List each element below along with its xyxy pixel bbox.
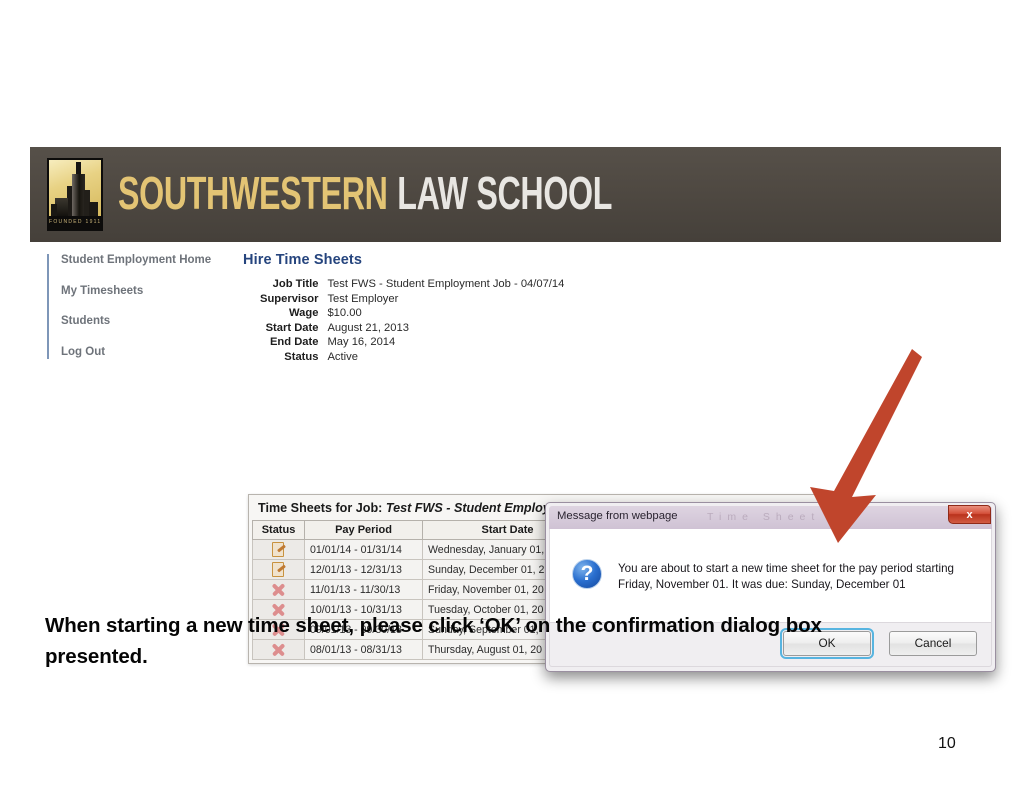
column-header-pay-period[interactable]: Pay Period bbox=[304, 520, 423, 540]
row-status-cell[interactable] bbox=[252, 559, 305, 580]
job-detail-row: Wage $10.00 bbox=[260, 307, 564, 322]
job-detail-value: $10.00 bbox=[327, 307, 362, 320]
job-details-table: Job Title Test FWS - Student Employment … bbox=[260, 278, 564, 366]
browser-screenshot-panel: FOUNDED 1911 SOUTHWESTERN LAW SCHOOL Stud… bbox=[30, 147, 1001, 672]
main-content: Hire Time Sheets Job Title Test FWS - St… bbox=[243, 252, 988, 366]
logo-building-illustration bbox=[49, 160, 101, 216]
row-pay-period: 12/01/13 - 12/31/13 bbox=[304, 559, 423, 580]
question-mark-icon: ? bbox=[572, 559, 602, 589]
job-detail-label: Status bbox=[284, 350, 319, 363]
page-title: Hire Time Sheets bbox=[243, 252, 362, 268]
job-detail-label: End Date bbox=[269, 336, 319, 349]
sidebar-nav: Student Employment Home My Timesheets St… bbox=[47, 254, 227, 359]
row-pay-period: 01/01/14 - 01/31/14 bbox=[304, 539, 423, 560]
sidebar-item-log-out[interactable]: Log Out bbox=[61, 346, 227, 359]
logo-founded-text: FOUNDED 1911 bbox=[49, 216, 101, 229]
sidebar-item-student-employment-home[interactable]: Student Employment Home bbox=[61, 254, 227, 285]
timesheets-caption-prefix: Time Sheets for Job: bbox=[258, 501, 386, 515]
sidebar-item-students[interactable]: Students bbox=[61, 315, 227, 346]
job-detail-row: Status Active bbox=[260, 351, 564, 366]
site-banner: FOUNDED 1911 SOUTHWESTERN LAW SCHOOL bbox=[30, 147, 1001, 242]
column-header-status[interactable]: Status bbox=[252, 520, 305, 540]
site-body: Student Employment Home My Timesheets St… bbox=[30, 242, 1001, 672]
site-wordmark: SOUTHWESTERN LAW SCHOOL bbox=[118, 164, 612, 222]
job-detail-label: Start Date bbox=[265, 321, 319, 334]
dialog-message-text: You are about to start a new time sheet … bbox=[618, 562, 954, 591]
dialog-titlebar[interactable]: Message from webpage Time Sheet x bbox=[549, 505, 992, 529]
edit-document-icon[interactable] bbox=[270, 541, 287, 558]
job-detail-label: Job Title bbox=[272, 278, 319, 290]
job-detail-row: Supervisor Test Employer bbox=[260, 293, 564, 308]
job-detail-label: Supervisor bbox=[260, 292, 319, 305]
red-x-icon[interactable] bbox=[270, 581, 287, 598]
wordmark-southwestern: SOUTHWESTERN bbox=[118, 167, 388, 219]
job-detail-value: August 21, 2013 bbox=[327, 321, 409, 334]
close-icon[interactable]: x bbox=[948, 505, 991, 524]
job-detail-label: Wage bbox=[289, 307, 319, 320]
slide-caption: When starting a new time sheet, please c… bbox=[45, 614, 822, 668]
job-detail-value: May 16, 2014 bbox=[327, 336, 396, 349]
row-status-cell[interactable] bbox=[252, 539, 305, 560]
job-detail-row: Start Date August 21, 2013 bbox=[260, 322, 564, 337]
page-number: 10 bbox=[938, 735, 956, 752]
edit-document-icon[interactable] bbox=[270, 561, 287, 578]
job-detail-value: Test Employer bbox=[327, 292, 399, 305]
row-pay-period: 11/01/13 - 11/30/13 bbox=[304, 579, 423, 600]
southwestern-logo-icon: FOUNDED 1911 bbox=[47, 158, 103, 231]
job-detail-value: Test FWS - Student Employment Job - 04/0… bbox=[327, 278, 565, 290]
sidebar-item-my-timesheets[interactable]: My Timesheets bbox=[61, 285, 227, 316]
job-detail-row: End Date May 16, 2014 bbox=[260, 336, 564, 351]
dialog-title: Message from webpage bbox=[557, 510, 678, 522]
job-detail-row: Job Title Test FWS - Student Employment … bbox=[260, 278, 565, 293]
dialog-message-area: ? You are about to start a new time shee… bbox=[549, 529, 992, 623]
row-status-cell[interactable] bbox=[252, 579, 305, 600]
wordmark-law-school: LAW SCHOOL bbox=[397, 167, 613, 219]
job-detail-value: Active bbox=[327, 350, 358, 363]
dialog-titlebar-ghost-text: Time Sheet bbox=[707, 511, 821, 523]
